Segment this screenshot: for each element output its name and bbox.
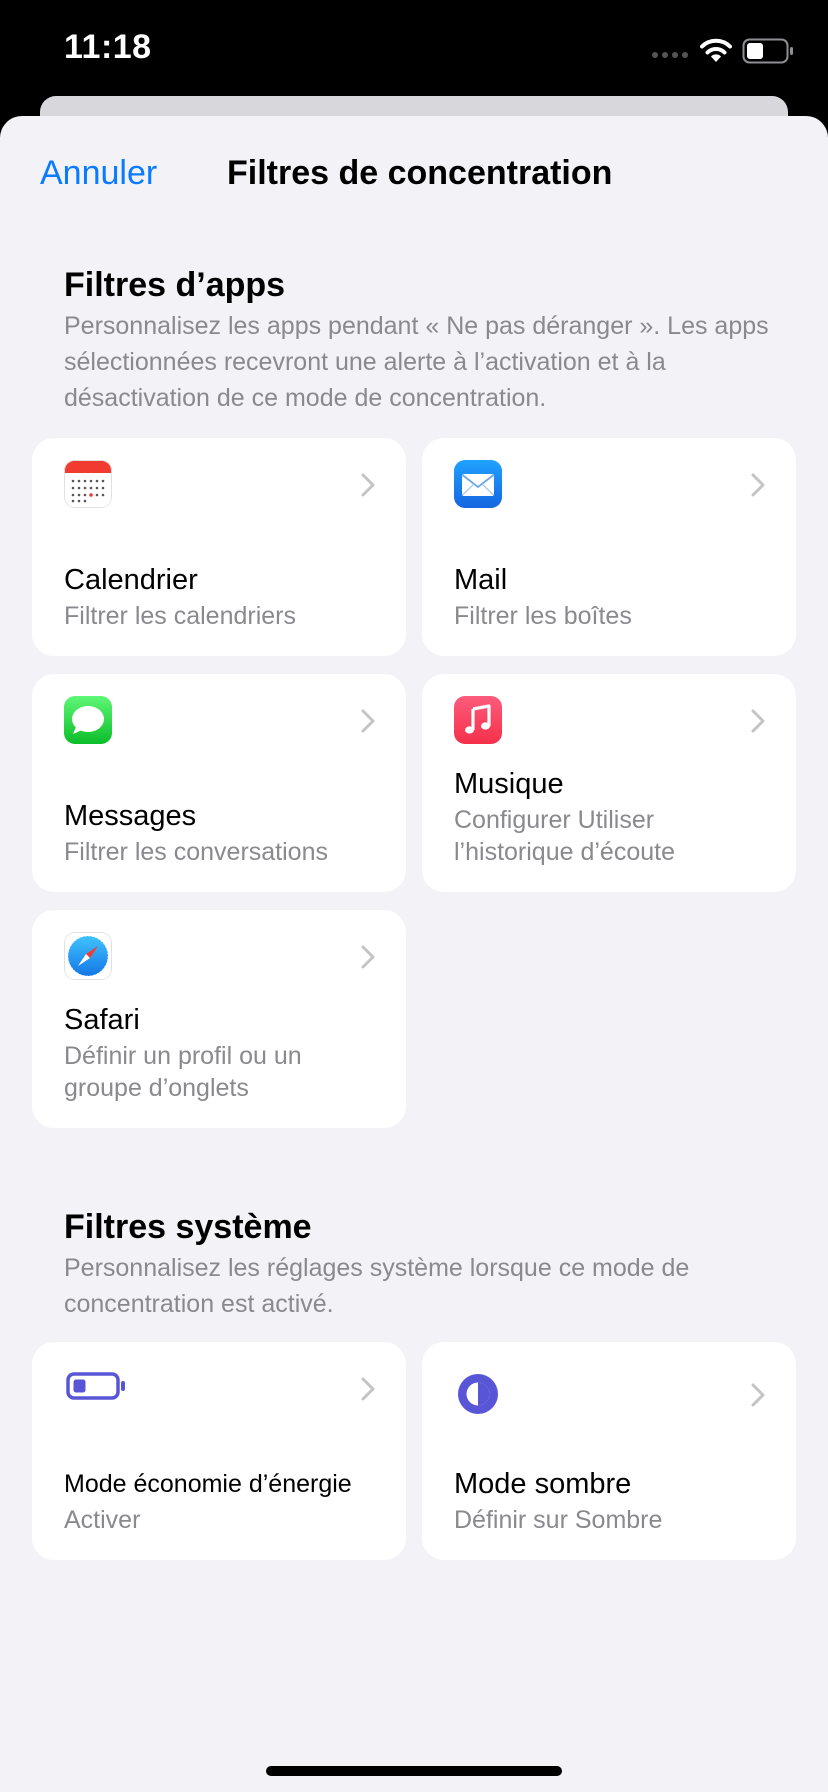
card-title: Safari (64, 1004, 140, 1036)
card-subtitle: Filtrer les boîtes (454, 602, 632, 630)
filter-card-safari[interactable]: Safari Définir un profil ou un groupe d’… (32, 910, 406, 1128)
battery-icon (742, 38, 793, 64)
chevron-right-icon (361, 709, 375, 733)
safari-icon (64, 932, 112, 980)
card-title: Mail (454, 564, 508, 596)
card-title: Mode sombre (454, 1468, 632, 1500)
app-filters-title: Filtres d’apps (64, 266, 286, 304)
chevron-right-icon (361, 473, 375, 497)
chevron-right-icon (361, 945, 375, 969)
card-subtitle: Filtrer les conversations (64, 838, 328, 866)
system-filters-title: Filtres système (64, 1208, 312, 1246)
filter-card-low-power-mode[interactable]: Mode économie d’énergie Activer (32, 1342, 406, 1560)
mail-icon (454, 460, 502, 508)
low-power-battery-icon (66, 1372, 125, 1400)
messages-icon (64, 696, 112, 744)
card-title: Mode économie d’énergie (64, 1470, 352, 1498)
status-time: 11:18 (64, 28, 152, 66)
filter-card-dark-mode[interactable]: Mode sombre Définir sur Sombre (422, 1342, 796, 1560)
filter-card-music[interactable]: Musique Configurer Utiliser l’historique… (422, 674, 796, 892)
card-subtitle: Activer (64, 1506, 141, 1534)
page-title: Filtres de concentration (227, 154, 613, 192)
filter-card-calendar[interactable]: Calendrier Filtrer les calendriers (32, 438, 406, 656)
card-subtitle: Définir sur Sombre (454, 1506, 663, 1534)
wifi-icon (700, 38, 732, 62)
card-title: Musique (454, 768, 564, 800)
chevron-right-icon (751, 1383, 765, 1407)
chevron-right-icon (751, 473, 765, 497)
dark-mode-icon (458, 1374, 498, 1414)
filter-card-messages[interactable]: Messages Filtrer les conversations (32, 674, 406, 892)
app-filters-description: Personnalisez les apps pendant « Ne pas … (64, 312, 769, 412)
card-title: Calendrier (64, 564, 198, 596)
chevron-right-icon (361, 1377, 375, 1401)
chevron-right-icon (751, 709, 765, 733)
status-bar: 11:18 (0, 0, 828, 100)
cellular-signal-icon (652, 52, 688, 58)
filter-card-mail[interactable]: Mail Filtrer les boîtes (422, 438, 796, 656)
home-indicator[interactable] (266, 1766, 562, 1776)
card-title: Messages (64, 800, 197, 832)
system-filters-description: Personnalisez les réglages système lorsq… (64, 1254, 690, 1318)
focus-filters-sheet: Annuler Filtres de concentration Filtres… (0, 116, 828, 1792)
calendar-icon (64, 460, 112, 508)
card-subtitle: Filtrer les calendriers (64, 602, 297, 630)
card-subtitle: Définir un profil ou un groupe d’onglets (64, 1042, 302, 1102)
card-subtitle: Configurer Utiliser l’historique d’écout… (454, 806, 675, 866)
music-icon (454, 696, 502, 744)
cancel-button[interactable]: Annuler (40, 154, 157, 193)
